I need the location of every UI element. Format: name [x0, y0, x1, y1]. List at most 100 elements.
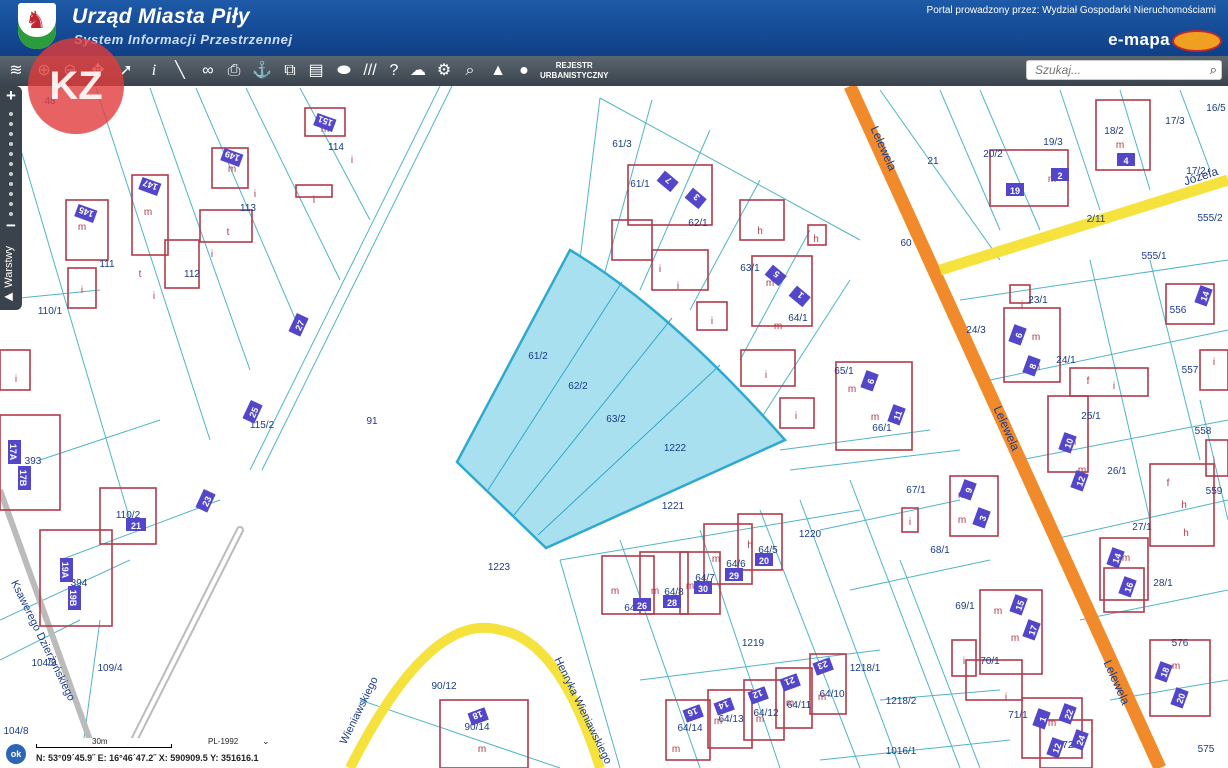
rejestr-urbanistyczny-button[interactable]: REJESTR URBANISTYCZNY — [540, 61, 608, 81]
mountain-icon[interactable]: ▲ — [486, 59, 510, 83]
building-symbol: i — [211, 249, 213, 260]
building-symbol: i — [351, 155, 353, 166]
info-icon[interactable]: i — [142, 59, 166, 83]
zoom-level-dot[interactable] — [9, 122, 13, 126]
map-canvas[interactable]: 61/3 61/1 62/1 63/1 64/1 65/1 66/1 67/1 … — [0, 86, 1228, 768]
house-number: 19A — [60, 562, 70, 579]
zoom-level-dot[interactable] — [9, 142, 13, 146]
house-number: 20 — [759, 556, 769, 566]
house-number: 21 — [131, 521, 141, 531]
link-icon[interactable]: ∞ — [196, 59, 220, 83]
export-icon[interactable]: ⧉ — [278, 59, 302, 83]
parcel-label: 28/1 — [1153, 578, 1173, 589]
house-number: 17B — [18, 470, 28, 487]
building-symbol: m — [774, 321, 782, 332]
building-symbol: m — [848, 384, 856, 395]
parcel-label: 63/1 — [740, 263, 760, 274]
parcel-label: 91 — [366, 416, 378, 427]
building-symbol: i — [963, 656, 965, 667]
hatch-icon[interactable]: /// — [358, 59, 382, 83]
building-symbol: t — [227, 227, 230, 238]
parcel-label: 1218/2 — [886, 696, 917, 707]
rejestr-line1: REJESTR — [555, 61, 593, 70]
parcel-label: 24/3 — [966, 325, 986, 336]
house-number: 28 — [667, 598, 677, 608]
parcel-label: 555/2 — [1197, 213, 1222, 224]
building-symbol: h — [813, 234, 819, 245]
building-symbol: m — [994, 606, 1002, 617]
locate-icon[interactable]: ⚓ — [250, 59, 274, 83]
parcel-label: 393 — [25, 456, 42, 467]
zoom-level-dot[interactable] — [9, 182, 13, 186]
user-icon[interactable]: ● — [512, 59, 536, 83]
building-symbol: i — [313, 195, 315, 206]
parcel-label: 557 — [1182, 365, 1199, 376]
brand-name: e-mapa — [1108, 30, 1170, 49]
city-crest-logo: ♞ — [18, 3, 56, 49]
zoom-level-dot[interactable] — [9, 152, 13, 156]
parcel-label: 21 — [927, 156, 939, 167]
parcel-label: 68/1 — [930, 545, 950, 556]
building-symbol: i — [153, 291, 155, 302]
layers-icon[interactable]: ≋ — [4, 59, 28, 83]
parcel-label: 109/4 — [97, 663, 122, 674]
zoom-level-dot[interactable] — [9, 132, 13, 136]
parcel-label: 61/3 — [612, 139, 632, 150]
parcel-label: 64/14 — [677, 723, 702, 734]
help-icon[interactable]: ? — [382, 59, 406, 83]
parcel-label: 20/2 — [983, 149, 1003, 160]
brand-logo — [1172, 30, 1222, 52]
parcel-label: 63/2 — [606, 414, 626, 425]
parcel-label: 17/3 — [1165, 116, 1185, 127]
house-number: 4 — [1123, 156, 1128, 166]
measure-icon[interactable]: ╲ — [168, 59, 192, 83]
layers-panel-toggle[interactable]: ▶ Warstwy — [2, 246, 15, 304]
zoom-level-dot[interactable] — [9, 192, 13, 196]
parcel-label: 18/2 — [1104, 126, 1124, 137]
building-symbol: m — [686, 581, 694, 592]
print-icon[interactable]: ⎙ — [222, 59, 246, 83]
zoom-level-dot[interactable] — [9, 112, 13, 116]
building-symbol: i — [795, 411, 797, 422]
zoom-level-dot[interactable] — [9, 172, 13, 176]
parcel-label: 1016/1 — [886, 746, 917, 757]
parcel-label: 1221 — [662, 501, 685, 512]
parcel-label: 559 — [1206, 486, 1223, 497]
parcel-label: 67/1 — [906, 485, 926, 496]
parcel-label: 19/3 — [1043, 137, 1063, 148]
building-symbol: h — [757, 226, 763, 237]
parcel-label: 555/1 — [1141, 251, 1166, 262]
zoom-level-dot[interactable] — [9, 202, 13, 206]
building-symbol: i — [81, 285, 83, 296]
portal-info: Portal prowadzony przez: Wydział Gospoda… — [926, 5, 1216, 16]
building-symbol: m — [786, 698, 794, 709]
zoom-level-dot[interactable] — [9, 162, 13, 166]
settings-icon[interactable]: ⚙ — [432, 59, 456, 83]
parcel-label: 24/1 — [1056, 355, 1076, 366]
parcel-label: 70/1 — [980, 656, 1000, 667]
parcel-label: 23/1 — [1028, 295, 1048, 306]
toolbar: ≋ ⊕ ⊖ ✥ ➚ i ╲ ∞ ⎙ ⚓ ⧉ ▤ ⬬ /// ? ☁ ⚙ ⌕ ▲ … — [0, 56, 1228, 86]
building-symbol: f — [1087, 376, 1090, 387]
building-symbol: m — [818, 692, 826, 703]
parcel-label: 16/5 — [1206, 103, 1226, 114]
parcel-label: 114 — [328, 142, 344, 153]
building-symbol: t — [139, 269, 142, 280]
parcel-label: 575 — [1198, 744, 1215, 755]
search-map-icon[interactable]: ⌕ — [458, 59, 482, 83]
ok-button[interactable]: ok — [6, 744, 26, 764]
building-symbol: i — [659, 264, 661, 275]
zoom-in-button[interactable]: + — [0, 86, 22, 106]
chevron-down-icon[interactable]: ⌄ — [262, 736, 270, 747]
parcel-label: 61/2 — [528, 351, 548, 362]
cloud-icon[interactable]: ☁ — [406, 59, 430, 83]
parcel-label: 62/2 — [568, 381, 588, 392]
parcel-label: 65/1 — [834, 366, 854, 377]
search-input[interactable] — [1027, 61, 1203, 79]
search-icon[interactable]: ⌕ — [1210, 62, 1217, 78]
layout-icon[interactable]: ▤ — [304, 59, 328, 83]
shape-icon[interactable]: ⬬ — [332, 59, 356, 83]
crs-selector[interactable]: PL-1992 — [208, 737, 238, 746]
zoom-out-button[interactable]: − — [0, 216, 22, 236]
parcel-label: 1219 — [742, 638, 765, 649]
